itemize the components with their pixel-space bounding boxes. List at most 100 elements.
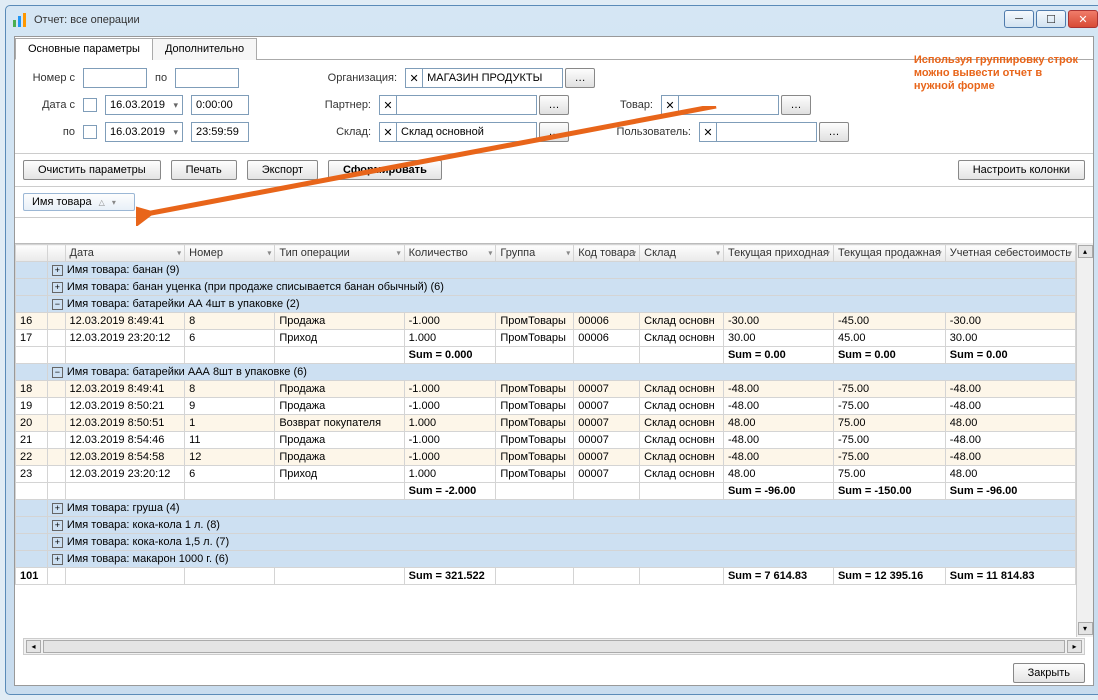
table-row[interactable]: 1812.03.2019 8:49:418Продажа-1.000ПромТо… (16, 381, 1076, 398)
report-window: Отчет: все операции ─ ☐ ✕ Основные парам… (5, 5, 1098, 695)
tovar-label: Товар: (603, 99, 653, 111)
vertical-scrollbar[interactable]: ▴ ▾ (1076, 243, 1093, 637)
group-row[interactable]: +Имя товара: макарон 1000 г. (6) (16, 551, 1076, 568)
table-row[interactable]: 1612.03.2019 8:49:418Продажа-1.000ПромТо… (16, 313, 1076, 330)
columns-button[interactable]: Настроить колонки (958, 160, 1085, 180)
close-dialog-button[interactable]: Закрыть (1013, 663, 1085, 683)
scrollbar-thumb[interactable] (43, 640, 1065, 653)
table-row[interactable]: 1912.03.2019 8:50:219Продажа-1.000ПромТо… (16, 398, 1076, 415)
number-to-label: по (155, 72, 167, 84)
date-to-checkbox[interactable] (83, 125, 97, 139)
app-icon (12, 12, 28, 28)
grid: Дата▾ Номер▾ Тип операции▾ Количество▾ Г… (15, 243, 1093, 637)
col-date[interactable]: Дата▾ (65, 245, 185, 262)
date-to-input[interactable]: 16.03.2019▾ (105, 122, 183, 142)
titlebar: Отчет: все операции (6, 6, 1098, 34)
chevron-down-icon: ▾ (173, 127, 178, 138)
time-from-input[interactable] (191, 95, 249, 115)
table-row[interactable]: 2112.03.2019 8:54:4611Продажа-1.000ПромТ… (16, 432, 1076, 449)
table-row[interactable]: 1712.03.2019 23:20:126Приход1.000ПромТов… (16, 330, 1076, 347)
export-button[interactable]: Экспорт (247, 160, 318, 180)
org-checkbox[interactable]: ✕ (405, 68, 423, 88)
date-from-label: Дата с (27, 99, 75, 111)
col-op[interactable]: Тип операции▾ (275, 245, 404, 262)
group-row[interactable]: +Имя товара: кока-кола 1 л. (8) (16, 517, 1076, 534)
expand-icon[interactable]: + (52, 282, 63, 293)
col-rownum[interactable] (16, 245, 48, 262)
window-title: Отчет: все операции (34, 14, 140, 26)
col-expand[interactable] (47, 245, 65, 262)
subtotal-row: Sum = 0.000Sum = 0.00Sum = 0.00Sum = 0.0… (16, 347, 1076, 364)
tab-main[interactable]: Основные параметры (15, 38, 153, 60)
col-cost[interactable]: Учетная себестоимость▾ (945, 245, 1075, 262)
expand-icon[interactable]: + (52, 503, 63, 514)
expand-icon[interactable]: + (52, 537, 63, 548)
horizontal-scrollbar[interactable]: ◂ ▸ (23, 638, 1085, 655)
user-value[interactable] (717, 122, 817, 142)
collapse-icon[interactable]: − (52, 367, 63, 378)
footer: Закрыть (1013, 663, 1085, 683)
number-to-input[interactable] (175, 68, 239, 88)
sklad-value[interactable]: Склад основной (397, 122, 537, 142)
partner-checkbox[interactable]: ✕ (379, 95, 397, 115)
client-area: Основные параметры Дополнительно Номер с… (14, 36, 1094, 686)
col-pout[interactable]: Текущая продажная▾ (833, 245, 945, 262)
scroll-left-icon[interactable]: ◂ (26, 640, 41, 653)
minimize-button[interactable]: ─ (1004, 10, 1034, 28)
sklad-label: Склад: (289, 126, 371, 138)
group-panel[interactable]: Имя товара △ ▾ (15, 187, 1093, 218)
table-row[interactable]: 2012.03.2019 8:50:511Возврат покупателя1… (16, 415, 1076, 432)
col-code[interactable]: Код товара▾ (574, 245, 640, 262)
expand-icon[interactable]: + (52, 520, 63, 531)
org-label: Организация: (315, 72, 397, 84)
build-button[interactable]: Сформировать (328, 160, 442, 180)
tab-extra[interactable]: Дополнительно (152, 38, 257, 60)
tovar-checkbox[interactable]: ✕ (661, 95, 679, 115)
chevron-down-icon: ▾ (112, 198, 116, 207)
sklad-checkbox[interactable]: ✕ (379, 122, 397, 142)
user-browse-button[interactable]: … (819, 122, 849, 142)
col-qty[interactable]: Количество▾ (404, 245, 496, 262)
group-row[interactable]: +Имя товара: банан (9) (16, 262, 1076, 279)
tovar-combo: ✕ … (661, 95, 811, 115)
expand-icon[interactable]: + (52, 265, 63, 276)
number-from-input[interactable] (83, 68, 147, 88)
group-row[interactable]: +Имя товара: груша (4) (16, 500, 1076, 517)
time-to-input[interactable] (191, 122, 249, 142)
table-row[interactable]: 2312.03.2019 23:20:126Приход1.000ПромТов… (16, 466, 1076, 483)
close-button[interactable]: ✕ (1068, 10, 1098, 28)
table-row[interactable]: 2212.03.2019 8:54:5812Продажа-1.000ПромТ… (16, 449, 1076, 466)
clear-button[interactable]: Очистить параметры (23, 160, 161, 180)
org-value[interactable]: МАГАЗИН ПРОДУКТЫ (423, 68, 563, 88)
org-browse-button[interactable]: … (565, 68, 595, 88)
tovar-browse-button[interactable]: … (781, 95, 811, 115)
window-controls: ─ ☐ ✕ (1004, 10, 1098, 28)
toolbar: Очистить параметры Печать Экспорт Сформи… (15, 153, 1093, 187)
expand-icon[interactable]: + (52, 554, 63, 565)
org-combo: ✕ МАГАЗИН ПРОДУКТЫ … (405, 68, 595, 88)
date-from-input[interactable]: 16.03.2019▾ (105, 95, 183, 115)
group-row[interactable]: −Имя товара: батарейки ААА 8шт в упаковк… (16, 364, 1076, 381)
partner-browse-button[interactable]: … (539, 95, 569, 115)
date-from-checkbox[interactable] (83, 98, 97, 112)
user-checkbox[interactable]: ✕ (699, 122, 717, 142)
maximize-button[interactable]: ☐ (1036, 10, 1066, 28)
user-combo: ✕ … (699, 122, 849, 142)
col-skl[interactable]: Склад▾ (640, 245, 724, 262)
tovar-value[interactable] (679, 95, 779, 115)
group-row[interactable]: +Имя товара: кока-кола 1,5 л. (7) (16, 534, 1076, 551)
collapse-icon[interactable]: − (52, 299, 63, 310)
group-row[interactable]: −Имя товара: батарейки АА 4шт в упаковке… (16, 296, 1076, 313)
group-chip-item-name[interactable]: Имя товара △ ▾ (23, 193, 135, 211)
col-grp[interactable]: Группа▾ (496, 245, 574, 262)
sklad-browse-button[interactable]: … (539, 122, 569, 142)
partner-value[interactable] (397, 95, 537, 115)
scroll-down-icon[interactable]: ▾ (1078, 622, 1093, 635)
col-num[interactable]: Номер▾ (185, 245, 275, 262)
col-pin[interactable]: Текущая приходная▾ (723, 245, 833, 262)
print-button[interactable]: Печать (171, 160, 237, 180)
scroll-up-icon[interactable]: ▴ (1078, 245, 1093, 258)
group-row[interactable]: +Имя товара: банан уценка (при продаже с… (16, 279, 1076, 296)
scroll-right-icon[interactable]: ▸ (1067, 640, 1082, 653)
sklad-combo: ✕ Склад основной … (379, 122, 569, 142)
